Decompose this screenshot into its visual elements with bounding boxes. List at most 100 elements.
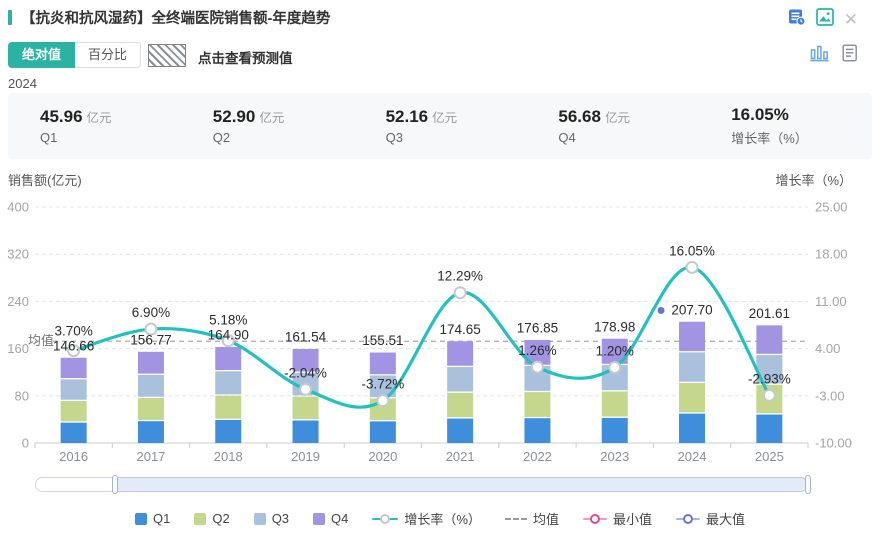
bar-2017-Q2[interactable] [138, 398, 164, 420]
data-zoom-handle-left[interactable] [112, 475, 118, 494]
bar-2021-Q2[interactable] [447, 393, 473, 417]
stat-unit: 亿元 [605, 111, 630, 125]
bar-2025-Q1[interactable] [756, 415, 782, 443]
legend-item-Q4[interactable]: Q4 [313, 511, 348, 526]
bar-label-2020: 155.51 [362, 333, 403, 348]
stat-item-Q1: 45.96亿元 Q1 [8, 107, 181, 145]
bar-2021-Q3[interactable] [447, 367, 473, 391]
x-label-2025: 2025 [755, 449, 784, 464]
bar-2024-Q1[interactable] [679, 414, 705, 443]
bar-2016-Q4[interactable] [61, 358, 87, 378]
bar-2017-Q1[interactable] [138, 421, 164, 443]
bar-2024-Q4[interactable] [679, 322, 705, 351]
growth-point-2024[interactable] [687, 262, 698, 273]
page-title: 【抗炎和抗风湿药】全终端医院销售额-年度趋势 [21, 7, 330, 28]
bar-2023-Q2[interactable] [602, 392, 628, 417]
bar-2024-Q2[interactable] [679, 383, 705, 412]
legend-item-最大值[interactable]: 最大值 [676, 509, 745, 528]
bar-label-2019: 161.54 [285, 330, 327, 345]
bar-2017-Q4[interactable] [138, 352, 164, 374]
growth-point-2025[interactable] [764, 390, 775, 401]
bar-2016-Q1[interactable] [61, 423, 87, 443]
bar-2018-Q1[interactable] [215, 420, 241, 443]
chart-svg: 销售额(亿元)增长率（%）40025.0032018.0024011.00160… [0, 168, 880, 476]
growth-point-2023[interactable] [609, 362, 620, 373]
growth-point-2022[interactable] [532, 362, 543, 373]
right-tick-18: 18.00 [815, 247, 848, 262]
chart-type-icon[interactable] [810, 45, 829, 67]
close-icon[interactable]: ✕ [844, 11, 858, 28]
bar-label-2024: 207.70 [671, 302, 712, 317]
legend-item-Q3[interactable]: Q3 [254, 511, 289, 526]
export-excel-icon[interactable] [788, 8, 806, 31]
stat-label: Q1 [40, 130, 181, 145]
bar-2021-Q4[interactable] [447, 341, 473, 365]
x-label-2023: 2023 [600, 449, 629, 464]
growth-label-2022: 1.26% [518, 343, 556, 358]
growth-label-2017: 6.90% [132, 305, 170, 320]
right-tick-25: 25.00 [815, 200, 848, 215]
bar-2021-Q1[interactable] [447, 419, 473, 443]
legend-item-Q2[interactable]: Q2 [194, 511, 229, 526]
bar-2018-Q4[interactable] [215, 347, 241, 370]
left-tick-80: 80 [15, 388, 29, 403]
bar-2018-Q2[interactable] [215, 396, 241, 419]
stat-value: 45.96亿元 [40, 107, 181, 127]
data-zoom-slider[interactable] [35, 477, 808, 492]
bar-label-2017: 156.77 [130, 333, 171, 348]
bar-2019-Q2[interactable] [293, 397, 319, 420]
toggle-btn-1[interactable]: 百分比 [75, 42, 141, 68]
bar-2017-Q3[interactable] [138, 375, 164, 397]
mean-line-label: 均值 [28, 333, 54, 348]
max-value-marker [658, 307, 665, 314]
growth-label-2024: 16.05% [669, 243, 715, 258]
bar-2025-Q4[interactable] [756, 325, 782, 353]
save-image-icon[interactable] [816, 8, 834, 31]
bar-2022-Q1[interactable] [524, 418, 550, 443]
bar-2020-Q1[interactable] [370, 421, 396, 443]
bar-2020-Q4[interactable] [370, 353, 396, 375]
toggle-btn-0[interactable]: 绝对值 [8, 42, 75, 68]
legend-label: 均值 [533, 509, 559, 528]
stat-item-Q4: 56.68亿元Q4 [526, 107, 699, 145]
legend-item-最小值[interactable]: 最小值 [583, 509, 652, 528]
forecast-hatch-swatch[interactable] [148, 44, 186, 67]
right-tick-4: 4.00 [815, 341, 840, 356]
stat-label: Q4 [558, 130, 699, 145]
growth-label-2019: -2.04% [284, 365, 327, 380]
left-tick-400: 400 [7, 200, 29, 215]
data-zoom-selection[interactable] [115, 477, 808, 492]
left-tick-160: 160 [7, 341, 29, 356]
data-zoom-handle-right[interactable] [805, 475, 811, 494]
chart-tool-icons [810, 44, 858, 67]
growth-point-2019[interactable] [300, 384, 311, 395]
legend-label: Q2 [212, 511, 229, 526]
bar-2024-Q3[interactable] [679, 352, 705, 381]
left-tick-240: 240 [7, 294, 29, 309]
right-tick-11: 11.00 [815, 294, 847, 309]
bar-2023-Q1[interactable] [602, 418, 628, 443]
bar-label-2021: 174.65 [440, 322, 481, 337]
legend-label: 最小值 [613, 509, 652, 528]
stat-item-Q3: 52.16亿元Q3 [354, 107, 527, 145]
growth-point-2020[interactable] [377, 395, 388, 406]
stat-value: 52.90亿元 [213, 107, 354, 127]
bar-2019-Q1[interactable] [293, 420, 319, 443]
left-axis-title: 销售额(亿元) [8, 173, 82, 188]
legend-item-均值[interactable]: 均值 [505, 509, 559, 528]
summary-year: 2024 [8, 76, 37, 91]
data-view-icon[interactable] [842, 44, 858, 67]
bar-2022-Q2[interactable] [524, 392, 550, 417]
bar-2016-Q3[interactable] [61, 379, 87, 399]
legend-item-Q1[interactable]: Q1 [135, 511, 170, 526]
chart-legend: Q1 Q2 Q3 Q4 增长率（%） 均值 最小值 最大值 [0, 509, 880, 528]
stat-label: Q2 [213, 130, 354, 145]
bar-label-2022: 176.85 [517, 321, 558, 336]
forecast-hint[interactable]: 点击查看预测值 [198, 47, 293, 67]
bar-2018-Q3[interactable] [215, 371, 241, 394]
legend-item-增长率（%）[interactable]: 增长率（%） [372, 509, 481, 528]
legend-label: Q4 [331, 511, 348, 526]
growth-point-2021[interactable] [455, 287, 466, 298]
bar-2016-Q2[interactable] [61, 401, 87, 421]
legend-label: Q3 [272, 511, 289, 526]
